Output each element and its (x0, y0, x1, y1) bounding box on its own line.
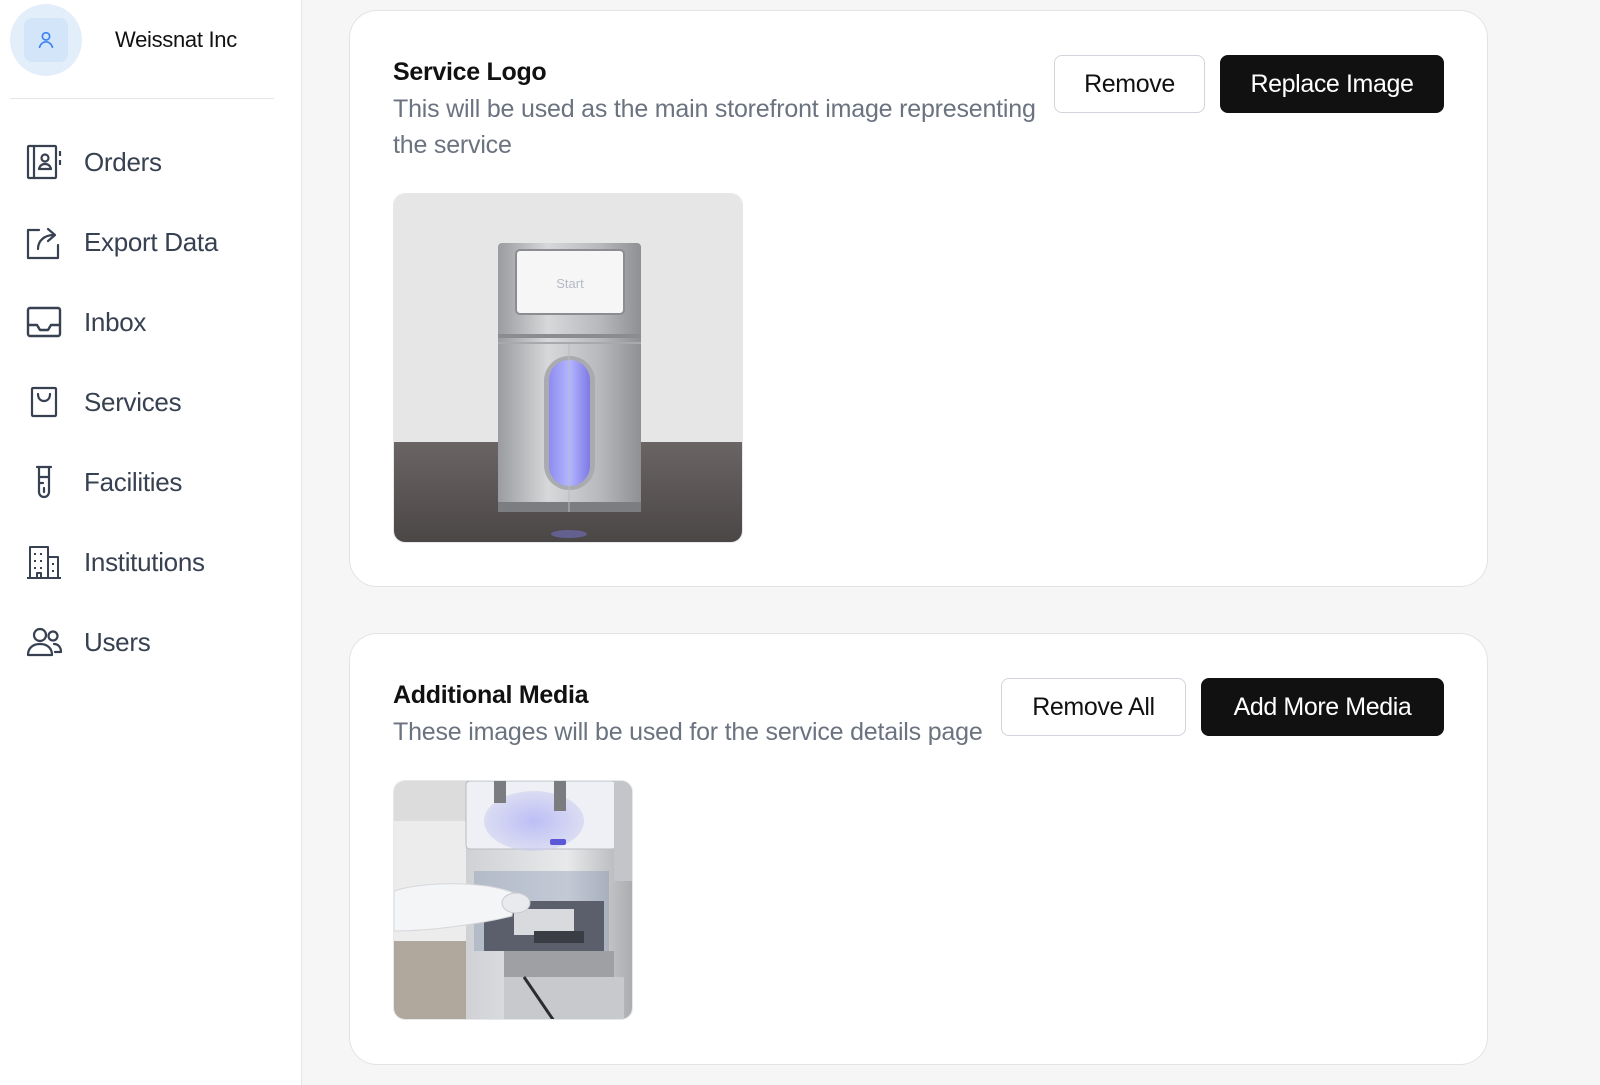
add-more-media-button[interactable]: Add More Media (1201, 678, 1444, 736)
service-logo-description: This will be used as the main storefront… (393, 95, 1036, 159)
additional-media-title: Additional Media (393, 681, 589, 709)
sidebar-item-label: Users (84, 626, 151, 657)
additional-media-description: These images will be used for the servic… (393, 718, 983, 746)
service-logo-title: Service Logo (393, 58, 547, 86)
sidebar-item-label: Inbox (84, 306, 147, 337)
sidebar-item-label: Services (84, 386, 182, 417)
org-name: Weissnat Inc (115, 27, 237, 52)
sidebar-divider (10, 98, 274, 99)
sidebar-item-export-data[interactable]: Export Data (0, 202, 302, 282)
orders-icon (24, 142, 64, 182)
org-header[interactable]: Weissnat Inc (10, 4, 237, 76)
avatar[interactable] (10, 4, 82, 76)
additional-media-card: Additional Media These images will be us… (349, 633, 1488, 1065)
service-logo-card: Service Logo This will be used as the ma… (349, 10, 1488, 587)
sidebar-item-label: Institutions (84, 546, 205, 577)
test-tube-icon (24, 462, 64, 502)
machine-screen-text: Start (556, 276, 584, 291)
user-icon (24, 18, 68, 62)
inbox-icon (24, 302, 64, 342)
sidebar-item-facilities[interactable]: Facilities (0, 442, 302, 522)
replace-image-button[interactable]: Replace Image (1220, 55, 1444, 113)
media-image[interactable] (393, 780, 633, 1020)
service-logo-image[interactable]: Start (393, 193, 743, 543)
sidebar: Weissnat Inc Orders Export Data Inbox Se… (0, 0, 302, 1085)
sidebar-item-services[interactable]: Services (0, 362, 302, 442)
export-icon (24, 222, 64, 262)
building-icon (24, 542, 64, 582)
sidebar-item-institutions[interactable]: Institutions (0, 522, 302, 602)
sidebar-nav: Orders Export Data Inbox Services Facili… (0, 122, 302, 682)
users-icon (24, 622, 64, 662)
remove-all-button[interactable]: Remove All (1001, 678, 1186, 736)
sidebar-item-label: Facilities (84, 466, 183, 497)
sidebar-item-label: Export Data (84, 226, 218, 257)
sidebar-item-users[interactable]: Users (0, 602, 302, 682)
sidebar-item-orders[interactable]: Orders (0, 122, 302, 202)
bag-icon (24, 382, 64, 422)
remove-button[interactable]: Remove (1054, 55, 1205, 113)
sidebar-item-inbox[interactable]: Inbox (0, 282, 302, 362)
sidebar-item-label: Orders (84, 146, 162, 177)
